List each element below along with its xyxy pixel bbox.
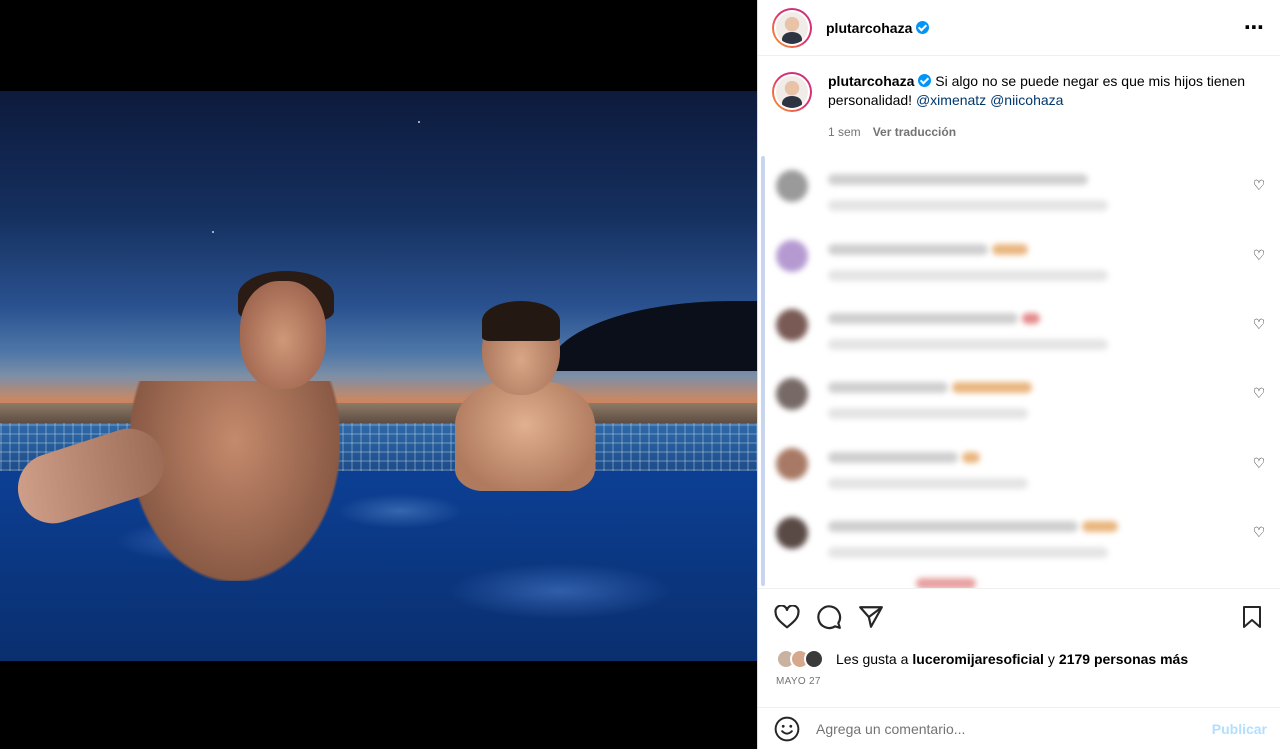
- comment-avatar[interactable]: [776, 448, 808, 480]
- caption-avatar[interactable]: [772, 72, 812, 112]
- comment-avatar[interactable]: [776, 378, 808, 410]
- comment-item: ♡: [776, 511, 1266, 571]
- caption-meta: 1 sem Ver traducción: [828, 125, 956, 139]
- heart-icon[interactable]: ♡: [1252, 456, 1266, 470]
- heart-icon[interactable]: ♡: [1252, 386, 1266, 400]
- post-photo: [0, 91, 757, 661]
- post-media[interactable]: [0, 0, 757, 749]
- comment-bubble-icon[interactable]: [814, 602, 844, 632]
- comment-input[interactable]: [816, 720, 1196, 737]
- emoji-icon[interactable]: [774, 716, 800, 742]
- mention-link[interactable]: @niicohaza: [990, 92, 1063, 108]
- liker-avatars[interactable]: [776, 649, 830, 669]
- author-username[interactable]: plutarcohaza: [826, 20, 912, 36]
- pool-edge: [0, 403, 757, 423]
- mention-link[interactable]: @ximenatz: [916, 92, 986, 108]
- translate-button[interactable]: Ver traducción: [873, 125, 956, 139]
- caption-verified-badge-icon: [918, 74, 932, 87]
- more-options-icon[interactable]: ⋯: [1244, 18, 1265, 38]
- verified-badge-icon: [916, 21, 930, 34]
- likes-summary: Les gusta a luceromijaresoficial y 2179 …: [776, 649, 1188, 669]
- likes-prefix: Les gusta a: [836, 651, 909, 667]
- comment-item: [776, 576, 1266, 588]
- person-right-body: [455, 381, 595, 491]
- divider: [758, 588, 1280, 589]
- heart-icon[interactable]: ♡: [1252, 178, 1266, 192]
- heart-icon[interactable]: ♡: [1252, 317, 1266, 331]
- person-right-hair: [482, 301, 560, 341]
- comment-avatar[interactable]: [776, 240, 808, 272]
- post-sidebar: plutarcohaza ⋯ plutarcohaza Si algo no s…: [757, 0, 1280, 749]
- caption-time[interactable]: 1 sem: [828, 125, 861, 139]
- comments-list[interactable]: ♡ ♡ ♡ ♡ ♡ ♡: [758, 156, 1280, 588]
- comment-item: ♡: [776, 372, 1266, 432]
- comment-avatar[interactable]: [776, 517, 808, 549]
- comment-item: ♡: [776, 303, 1266, 363]
- post-caption: plutarcohaza Si algo no se puede negar e…: [772, 72, 1267, 112]
- share-paper-plane-icon[interactable]: [856, 602, 886, 632]
- likes-connector: y: [1047, 651, 1055, 667]
- add-comment-bar: Publicar: [758, 708, 1280, 749]
- post-header: plutarcohaza ⋯: [758, 0, 1280, 56]
- post-date[interactable]: MAYO 27: [776, 676, 821, 687]
- comment-item: ♡: [776, 164, 1266, 224]
- bookmark-icon[interactable]: [1237, 602, 1267, 632]
- post-actions: [772, 602, 1267, 632]
- publish-button[interactable]: Publicar: [1212, 721, 1267, 737]
- comment-avatar[interactable]: [776, 309, 808, 341]
- caption-text: plutarcohaza Si algo no se puede negar e…: [828, 72, 1258, 112]
- person-left-body: [130, 381, 340, 581]
- caption-username[interactable]: plutarcohaza: [828, 73, 914, 89]
- like-heart-icon[interactable]: [772, 602, 802, 632]
- hill-silhouette: [548, 301, 757, 371]
- person-left-head: [240, 281, 326, 389]
- heart-icon[interactable]: ♡: [1252, 525, 1266, 539]
- likes-count[interactable]: 2179 personas más: [1059, 651, 1188, 667]
- liker-username[interactable]: luceromijaresoficial: [912, 651, 1044, 667]
- heart-icon[interactable]: ♡: [1252, 248, 1266, 262]
- scrollbar[interactable]: [761, 156, 765, 586]
- comment-avatar[interactable]: [776, 170, 808, 202]
- comment-item: ♡: [776, 442, 1266, 502]
- author-avatar[interactable]: [772, 7, 812, 48]
- comment-item: ♡: [776, 234, 1266, 294]
